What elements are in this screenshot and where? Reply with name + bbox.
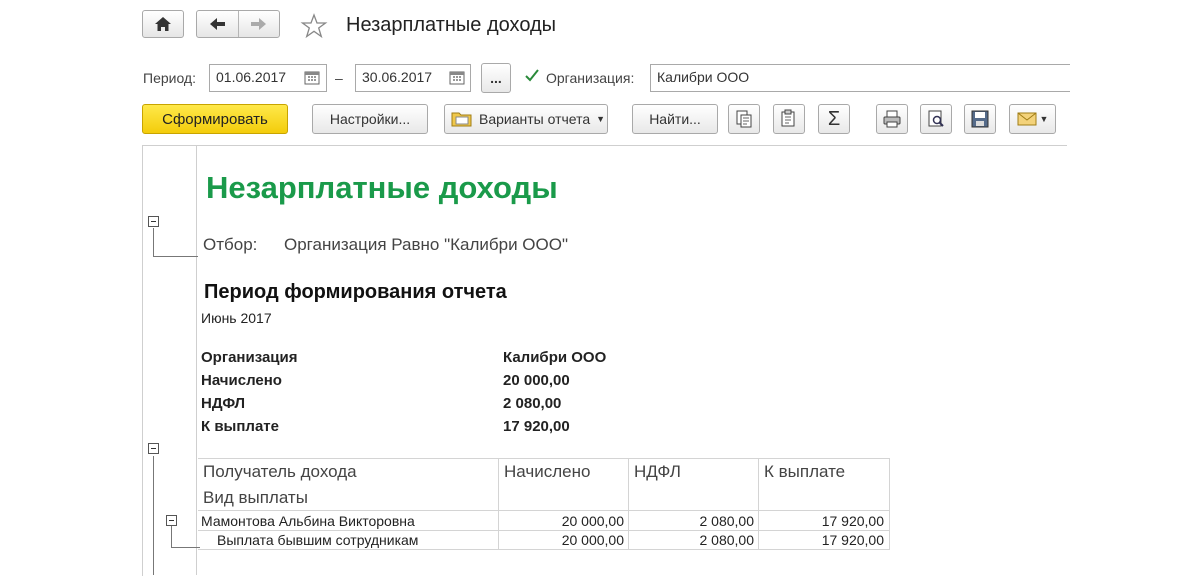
grouping-gutter-divider: [196, 146, 197, 575]
table-row-payment-type: Выплата бывшим сотрудникам: [217, 532, 419, 548]
table-row-ndfl: 2 080,00: [699, 532, 755, 548]
folder-icon: [451, 112, 472, 127]
date-separator: –: [335, 70, 343, 86]
checkmark-icon: [525, 69, 539, 82]
generate-button[interactable]: Сформировать: [142, 104, 288, 134]
organization-label: Организация:: [546, 70, 635, 86]
forward-button[interactable]: [239, 11, 279, 37]
settings-label: Настройки...: [329, 111, 411, 127]
summary-value-organization: Калибри ООО: [503, 349, 607, 366]
group-bracket-header: [153, 228, 198, 257]
paste-document-icon: [781, 109, 795, 127]
dropdown-arrow-icon: ▼: [1039, 114, 1049, 124]
column-header-to-pay: К выплате: [764, 462, 846, 481]
column-header-payment-type: Вид выплаты: [203, 488, 308, 507]
back-button[interactable]: [197, 11, 239, 37]
group-line-main: [153, 456, 154, 575]
table-row-recipient-name: Мамонтова Альбина Викторовна: [201, 513, 415, 529]
period-heading: Период формирования отчета: [204, 281, 507, 303]
find-label: Найти...: [649, 111, 701, 127]
printer-icon: [883, 110, 901, 128]
column-header-accrued: Начислено: [504, 462, 591, 481]
favorite-star-icon[interactable]: [300, 12, 328, 40]
choose-period-button[interactable]: ...: [481, 63, 511, 93]
group-bracket-row: [171, 526, 200, 548]
choose-period-label: ...: [490, 70, 502, 86]
paste-button[interactable]: [773, 104, 805, 134]
report-title: Незарплатные доходы: [206, 170, 558, 205]
summary-label-ndfl: НДФЛ: [201, 395, 246, 412]
date-from-value: 01.06.2017: [216, 69, 287, 85]
period-value: Июнь 2017: [201, 310, 272, 326]
history-nav-group: [196, 10, 280, 38]
copy-document-icon: [736, 110, 752, 128]
summary-label-to-pay: К выплате: [201, 418, 279, 435]
preview-button[interactable]: [920, 104, 952, 134]
filter-label: Отбор:: [203, 235, 258, 254]
window-title: Незарплатные доходы: [346, 14, 557, 36]
save-button[interactable]: [964, 104, 996, 134]
print-preview-icon: [928, 110, 944, 127]
calendar-icon: [304, 71, 320, 85]
floppy-disk-icon: [971, 110, 989, 128]
home-button[interactable]: [142, 10, 184, 38]
table-row-to-pay: 17 920,00: [821, 513, 884, 529]
collapse-header-group-button[interactable]: [148, 216, 159, 227]
print-button[interactable]: [876, 104, 908, 134]
report-variants-button[interactable]: Варианты отчета ▼: [444, 104, 608, 134]
collapse-recipient-row-button[interactable]: [166, 515, 177, 526]
summary-value-ndfl: 2 080,00: [503, 395, 562, 412]
organization-value: Калибри ООО: [657, 69, 750, 85]
column-header-ndfl: НДФЛ: [634, 462, 681, 481]
home-icon: [155, 17, 171, 31]
table-row-accrued: 20 000,00: [561, 532, 624, 548]
summary-label-organization: Организация: [201, 349, 298, 366]
summary-value-to-pay: 17 920,00: [503, 418, 570, 435]
summary-label-accrued: Начислено: [201, 372, 282, 389]
summary-value-accrued: 20 000,00: [503, 372, 570, 389]
send-email-button[interactable]: ▼: [1009, 104, 1056, 134]
arrow-left-icon: [210, 18, 225, 30]
dropdown-arrow-icon: ▼: [596, 114, 606, 124]
arrow-right-icon: [251, 18, 266, 30]
date-to-calendar-button[interactable]: [446, 66, 468, 90]
collapse-main-group-button[interactable]: [148, 443, 159, 454]
date-from-calendar-button[interactable]: [301, 66, 323, 90]
calendar-icon: [449, 71, 465, 85]
table-row-accrued: 20 000,00: [561, 513, 624, 529]
column-header-recipient: Получатель дохода: [203, 462, 357, 481]
organization-field[interactable]: Калибри ООО: [650, 64, 1070, 92]
generate-label: Сформировать: [162, 110, 268, 128]
organization-checkbox[interactable]: [524, 68, 540, 84]
envelope-icon: [1017, 112, 1037, 126]
table-row-to-pay: 17 920,00: [821, 532, 884, 548]
settings-button[interactable]: Настройки...: [312, 104, 428, 134]
period-label: Период:: [143, 70, 196, 86]
copy-button[interactable]: [728, 104, 760, 134]
table-row-ndfl: 2 080,00: [699, 513, 755, 529]
date-to-value: 30.06.2017: [362, 69, 433, 85]
report-variants-label: Варианты отчета: [479, 111, 591, 127]
sum-button[interactable]: Σ: [818, 104, 850, 134]
find-button[interactable]: Найти...: [632, 104, 718, 134]
filter-value: Организация Равно "Калибри ООО": [284, 235, 569, 254]
sum-icon: Σ: [827, 107, 841, 130]
